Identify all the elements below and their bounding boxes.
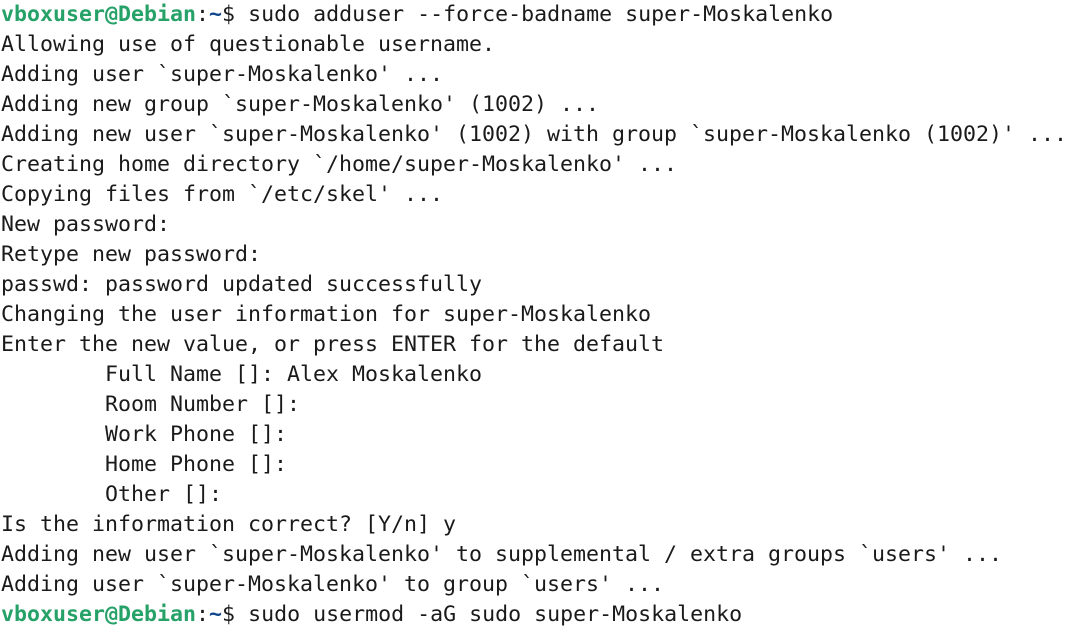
terminal-window[interactable]: vboxuser@Debian:~$ sudo adduser --force-…	[0, 0, 1078, 626]
output-line: Enter the new value, or press ENTER for …	[1, 332, 665, 357]
command-text: sudo adduser --force-badname super-Moska…	[248, 2, 834, 27]
output-line: Adding new user `super-Moskalenko' (1002…	[1, 122, 1068, 147]
output-line: Adding user `super-Moskalenko' to group …	[1, 572, 665, 597]
output-line: Adding new group `super-Moskalenko' (100…	[1, 92, 600, 117]
prompt-symbol: $	[222, 2, 249, 27]
prompt-symbol: $	[222, 602, 249, 626]
prompt-separator: :	[196, 2, 210, 27]
prompt-separator: :	[196, 602, 210, 626]
prompt-user-host: vboxuser@Debian	[1, 602, 197, 626]
prompt-user-host: vboxuser@Debian	[1, 2, 197, 27]
output-line: Retype new password:	[1, 242, 262, 267]
prompt-path: ~	[209, 602, 223, 626]
output-line: Work Phone []:	[1, 422, 288, 447]
command-text: sudo usermod -aG sudo super-Moskalenko	[248, 602, 743, 626]
output-line: New password:	[1, 212, 171, 237]
output-line: Room Number []:	[1, 392, 301, 417]
command-line-2: vboxuser@Debian:~$ sudo usermod -aG sudo…	[1, 600, 1078, 626]
output-line: Allowing use of questionable username.	[1, 32, 496, 57]
output-line: Changing the user information for super-…	[1, 302, 652, 327]
output-line: Adding new user `super-Moskalenko' to su…	[1, 542, 1003, 567]
output-line: Copying files from `/etc/skel' ...	[1, 182, 444, 207]
output-line: passwd: password updated successfully	[1, 272, 483, 297]
output-line: Full Name []: Alex Moskalenko	[1, 362, 483, 387]
output-line: Is the information correct? [Y/n] y	[1, 512, 457, 537]
output-line: Creating home directory `/home/super-Mos…	[1, 152, 678, 177]
output-line: Home Phone []:	[1, 452, 288, 477]
output-line: Other []:	[1, 482, 223, 507]
command-line-1: vboxuser@Debian:~$ sudo adduser --force-…	[1, 0, 1078, 30]
output-line: Adding user `super-Moskalenko' ...	[1, 62, 444, 87]
prompt-path: ~	[209, 2, 223, 27]
